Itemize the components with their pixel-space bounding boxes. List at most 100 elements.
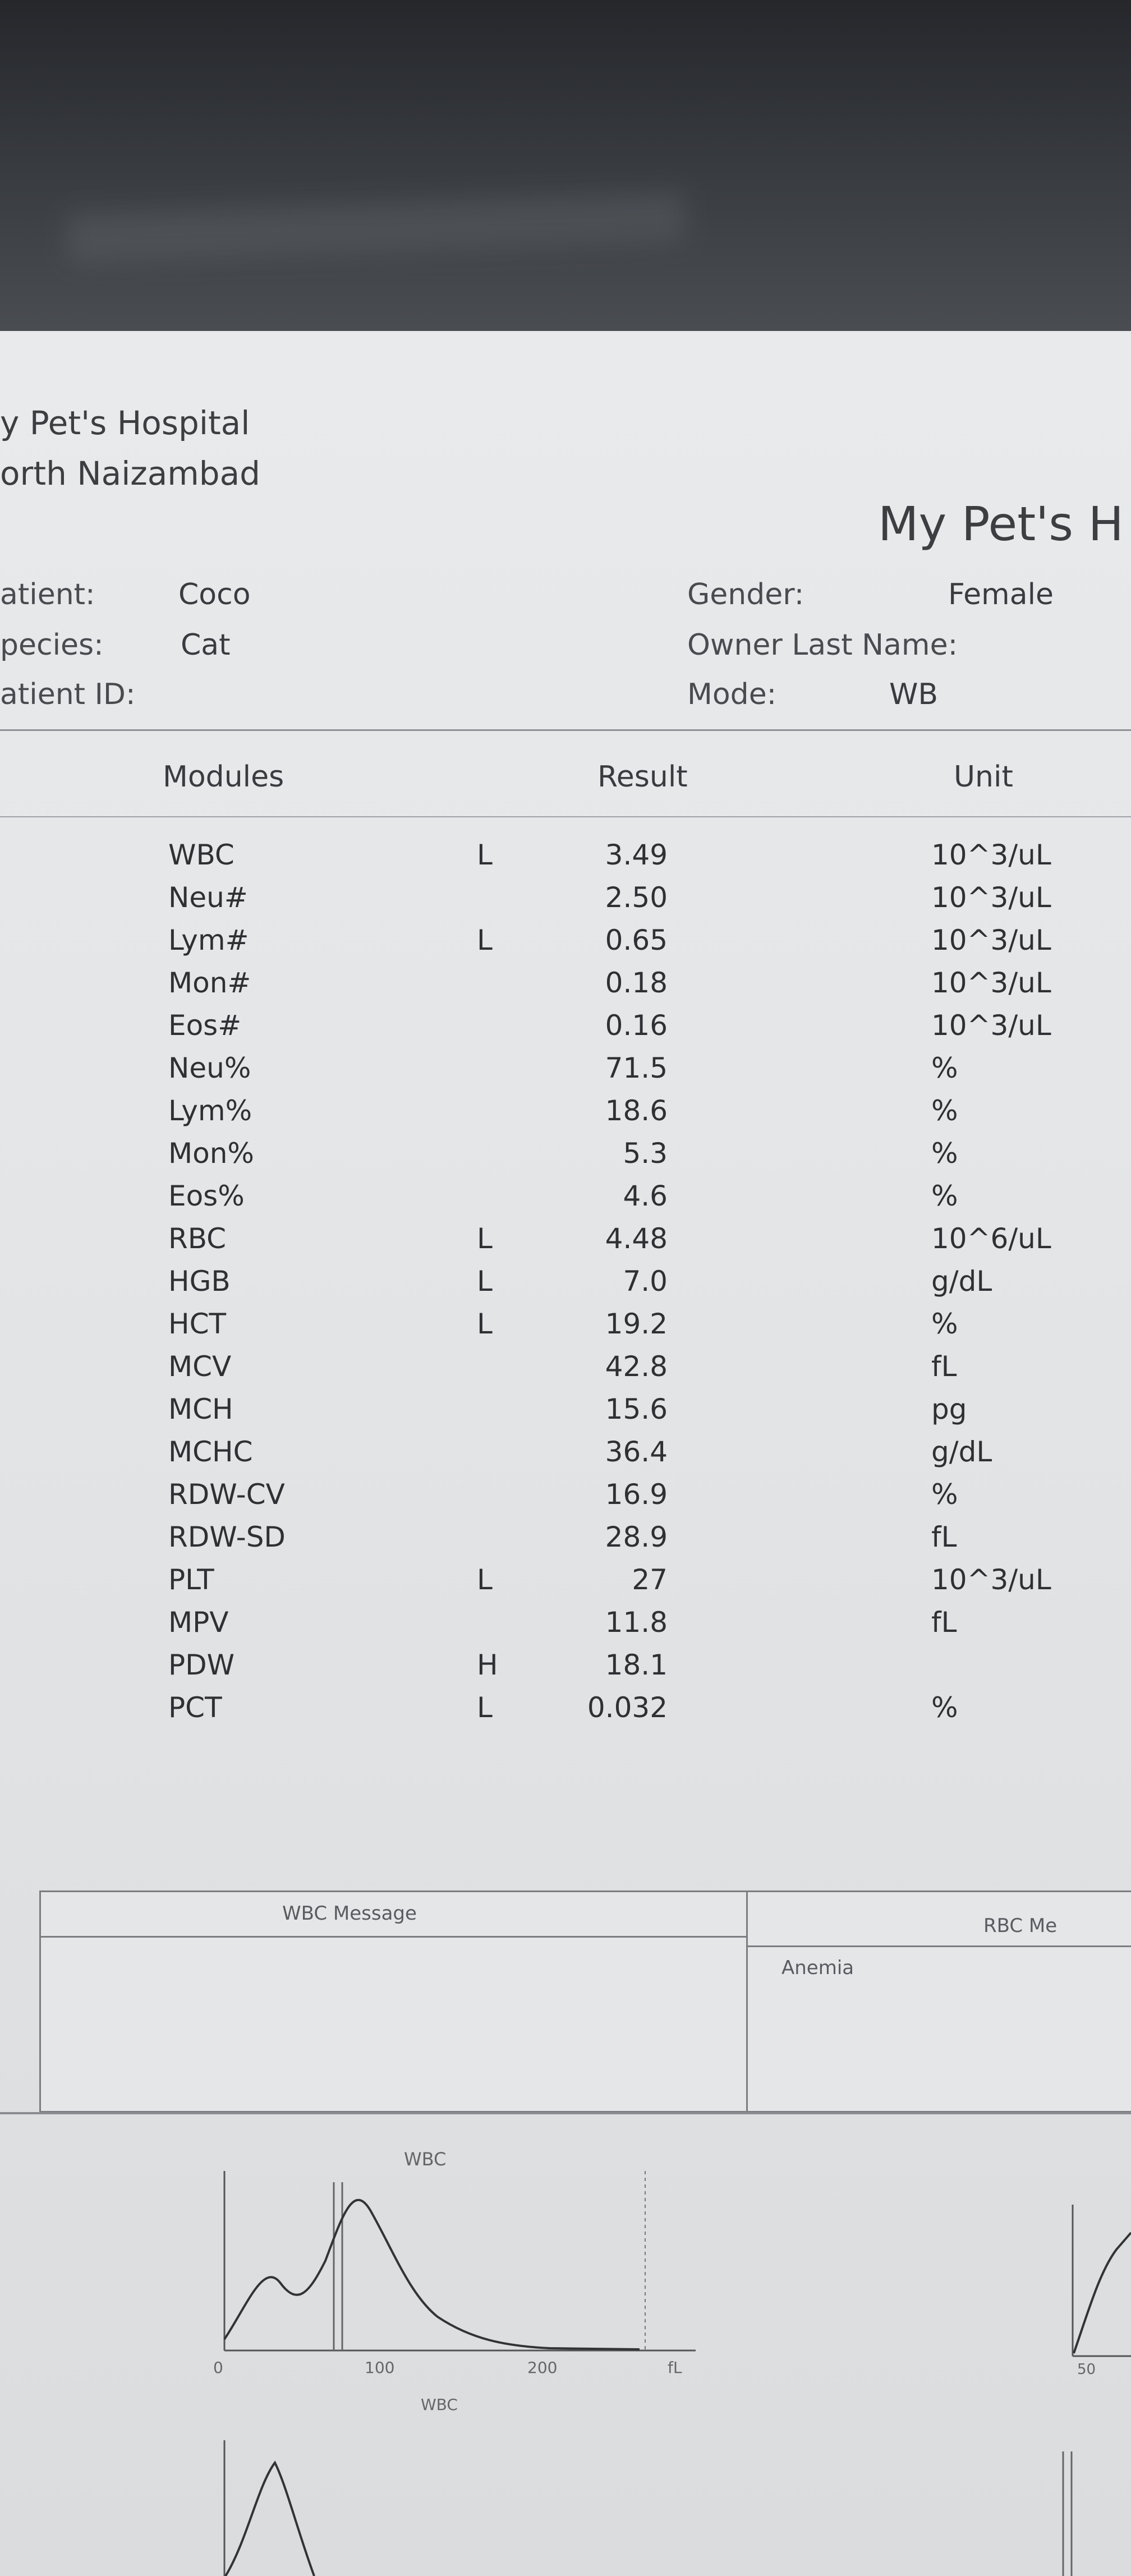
module-cell: MCH — [168, 1393, 233, 1425]
module-cell: PCT — [168, 1691, 222, 1724]
flag-cell: L — [477, 1308, 493, 1340]
result-cell: 4.48 — [605, 1222, 668, 1255]
rbc-message-box: RBC Me Anemia — [746, 1890, 1131, 2113]
result-cell: 0.16 — [605, 1009, 668, 1042]
flag-cell: L — [477, 1265, 493, 1298]
wbc-message-divider — [41, 1936, 748, 1938]
unit-cell: g/dL — [931, 1265, 992, 1298]
col-modules: Modules — [163, 760, 284, 794]
table-row: PDW H 18.1 — [0, 1649, 1131, 1691]
hospital-title: My Pet's H — [878, 496, 1124, 551]
result-cell: 0.65 — [605, 924, 668, 956]
unit-cell: g/dL — [931, 1436, 992, 1468]
unit-cell: % — [931, 1052, 958, 1084]
unit-cell: fL — [931, 1521, 957, 1553]
result-cell: 27 — [632, 1563, 668, 1596]
module-cell: PDW — [168, 1649, 235, 1681]
wbc-histogram: WBC 0 100 200 fL — [213, 2149, 696, 2377]
table-row: Eos# 0.16 10^3/uL — [0, 1009, 1131, 1052]
rbc-message-divider — [748, 1945, 1131, 1947]
flag-cell: L — [477, 1691, 493, 1724]
unit-cell: fL — [931, 1606, 957, 1639]
result-cell: 36.4 — [605, 1436, 668, 1468]
message-bottom-rule — [0, 2112, 1131, 2114]
table-row: Lym% 18.6% — [0, 1094, 1131, 1137]
species-value: Cat — [181, 628, 231, 662]
table-row: HGB L 7.0 g/dL — [0, 1265, 1131, 1308]
unit-cell: % — [931, 1691, 958, 1724]
unit-cell: % — [931, 1137, 958, 1170]
result-cell: 0.18 — [605, 967, 668, 999]
owner-label: Owner Last Name: — [687, 628, 958, 662]
table-row: MCHC 36.4 g/dL — [0, 1436, 1131, 1478]
unit-cell: pg — [931, 1393, 967, 1425]
hospital-name: y Pet's Hospital — [0, 404, 250, 442]
result-cell: 4.6 — [623, 1180, 668, 1212]
unit-cell: 10^3/uL — [931, 881, 1051, 914]
header-divider — [0, 729, 1131, 731]
module-cell: Lym% — [168, 1094, 252, 1127]
result-cell: 18.1 — [605, 1649, 668, 1681]
rbc-message-text: Anemia — [781, 1957, 854, 1979]
table-row: Eos% 4.6% — [0, 1180, 1131, 1222]
result-cell: 0.032 — [587, 1691, 668, 1724]
rbc-message-title: RBC Me — [983, 1915, 1058, 1937]
flag-cell: L — [477, 839, 493, 871]
rbc-histogram-partial: 50 — [1072, 2205, 1131, 2378]
patient-value: Coco — [178, 578, 251, 611]
col-unit: Unit — [954, 760, 1013, 794]
result-cell: 42.8 — [605, 1350, 668, 1383]
flag-cell: L — [477, 924, 493, 956]
monitor-bezel — [0, 0, 1131, 337]
gender-value: Female — [948, 578, 1054, 611]
result-cell: 7.0 — [623, 1265, 668, 1298]
module-cell: HCT — [168, 1308, 227, 1340]
wbc-tick-0: 0 — [213, 2358, 223, 2377]
table-row: RBC L 4.48 10^6/uL — [0, 1222, 1131, 1265]
table-row: RDW-CV 16.9% — [0, 1478, 1131, 1521]
col-result: Result — [597, 760, 688, 794]
result-cell: 3.49 — [605, 839, 668, 871]
module-cell: Eos% — [168, 1180, 245, 1212]
wbc-histogram-label: WBC — [404, 2149, 446, 2170]
unit-cell: 10^6/uL — [931, 1222, 1051, 1255]
result-cell: 15.6 — [605, 1393, 668, 1425]
table-header-divider — [0, 816, 1131, 817]
module-cell: MPV — [168, 1606, 229, 1639]
table-row: WBC L 3.49 10^3/uL — [0, 839, 1131, 881]
wbc-axis-label: WBC — [421, 2395, 458, 2414]
unit-cell: 10^3/uL — [931, 839, 1051, 871]
module-cell: HGB — [168, 1265, 231, 1298]
result-cell: 2.50 — [605, 881, 668, 914]
unit-cell: 10^3/uL — [931, 967, 1051, 999]
unit-cell: fL — [931, 1350, 957, 1383]
hospital-address: orth Naizambad — [0, 454, 260, 493]
module-cell: PLT — [168, 1563, 214, 1596]
unit-cell: 10^3/uL — [931, 1563, 1051, 1596]
module-cell: RDW-CV — [168, 1478, 285, 1511]
module-cell: Lym# — [168, 924, 249, 956]
mode-value: WB — [889, 678, 939, 711]
flag-cell: L — [477, 1222, 493, 1255]
wbc-tick-100: 100 — [365, 2358, 394, 2377]
flag-cell: L — [477, 1563, 493, 1596]
module-cell: MCV — [168, 1350, 232, 1383]
table-row: MCV 42.8 fL — [0, 1350, 1131, 1393]
right-histogram-fragment — [1062, 2451, 1073, 2576]
module-cell: RDW-SD — [168, 1521, 286, 1553]
patient-label: atient: — [0, 578, 95, 611]
table-row: MCH 15.6 pg — [0, 1393, 1131, 1436]
module-cell: Mon% — [168, 1137, 254, 1170]
table-row: Neu% 71.5% — [0, 1052, 1131, 1094]
module-cell: Neu# — [168, 881, 248, 914]
table-row: HCT L 19.2% — [0, 1308, 1131, 1350]
patient-id-label: atient ID: — [0, 678, 136, 711]
table-row: Neu# 2.50 10^3/uL — [0, 881, 1131, 924]
table-row: Lym# L 0.65 10^3/uL — [0, 924, 1131, 967]
table-row: Mon% 5.3% — [0, 1137, 1131, 1180]
species-label: pecies: — [0, 628, 104, 662]
rbc-tick: 50 — [1077, 2361, 1096, 2378]
wbc-tick-200: 200 — [527, 2358, 557, 2377]
wbc-message-title: WBC Message — [282, 1902, 417, 1925]
report-screen: y Pet's Hospital orth Naizambad My Pet's… — [0, 331, 1131, 2576]
